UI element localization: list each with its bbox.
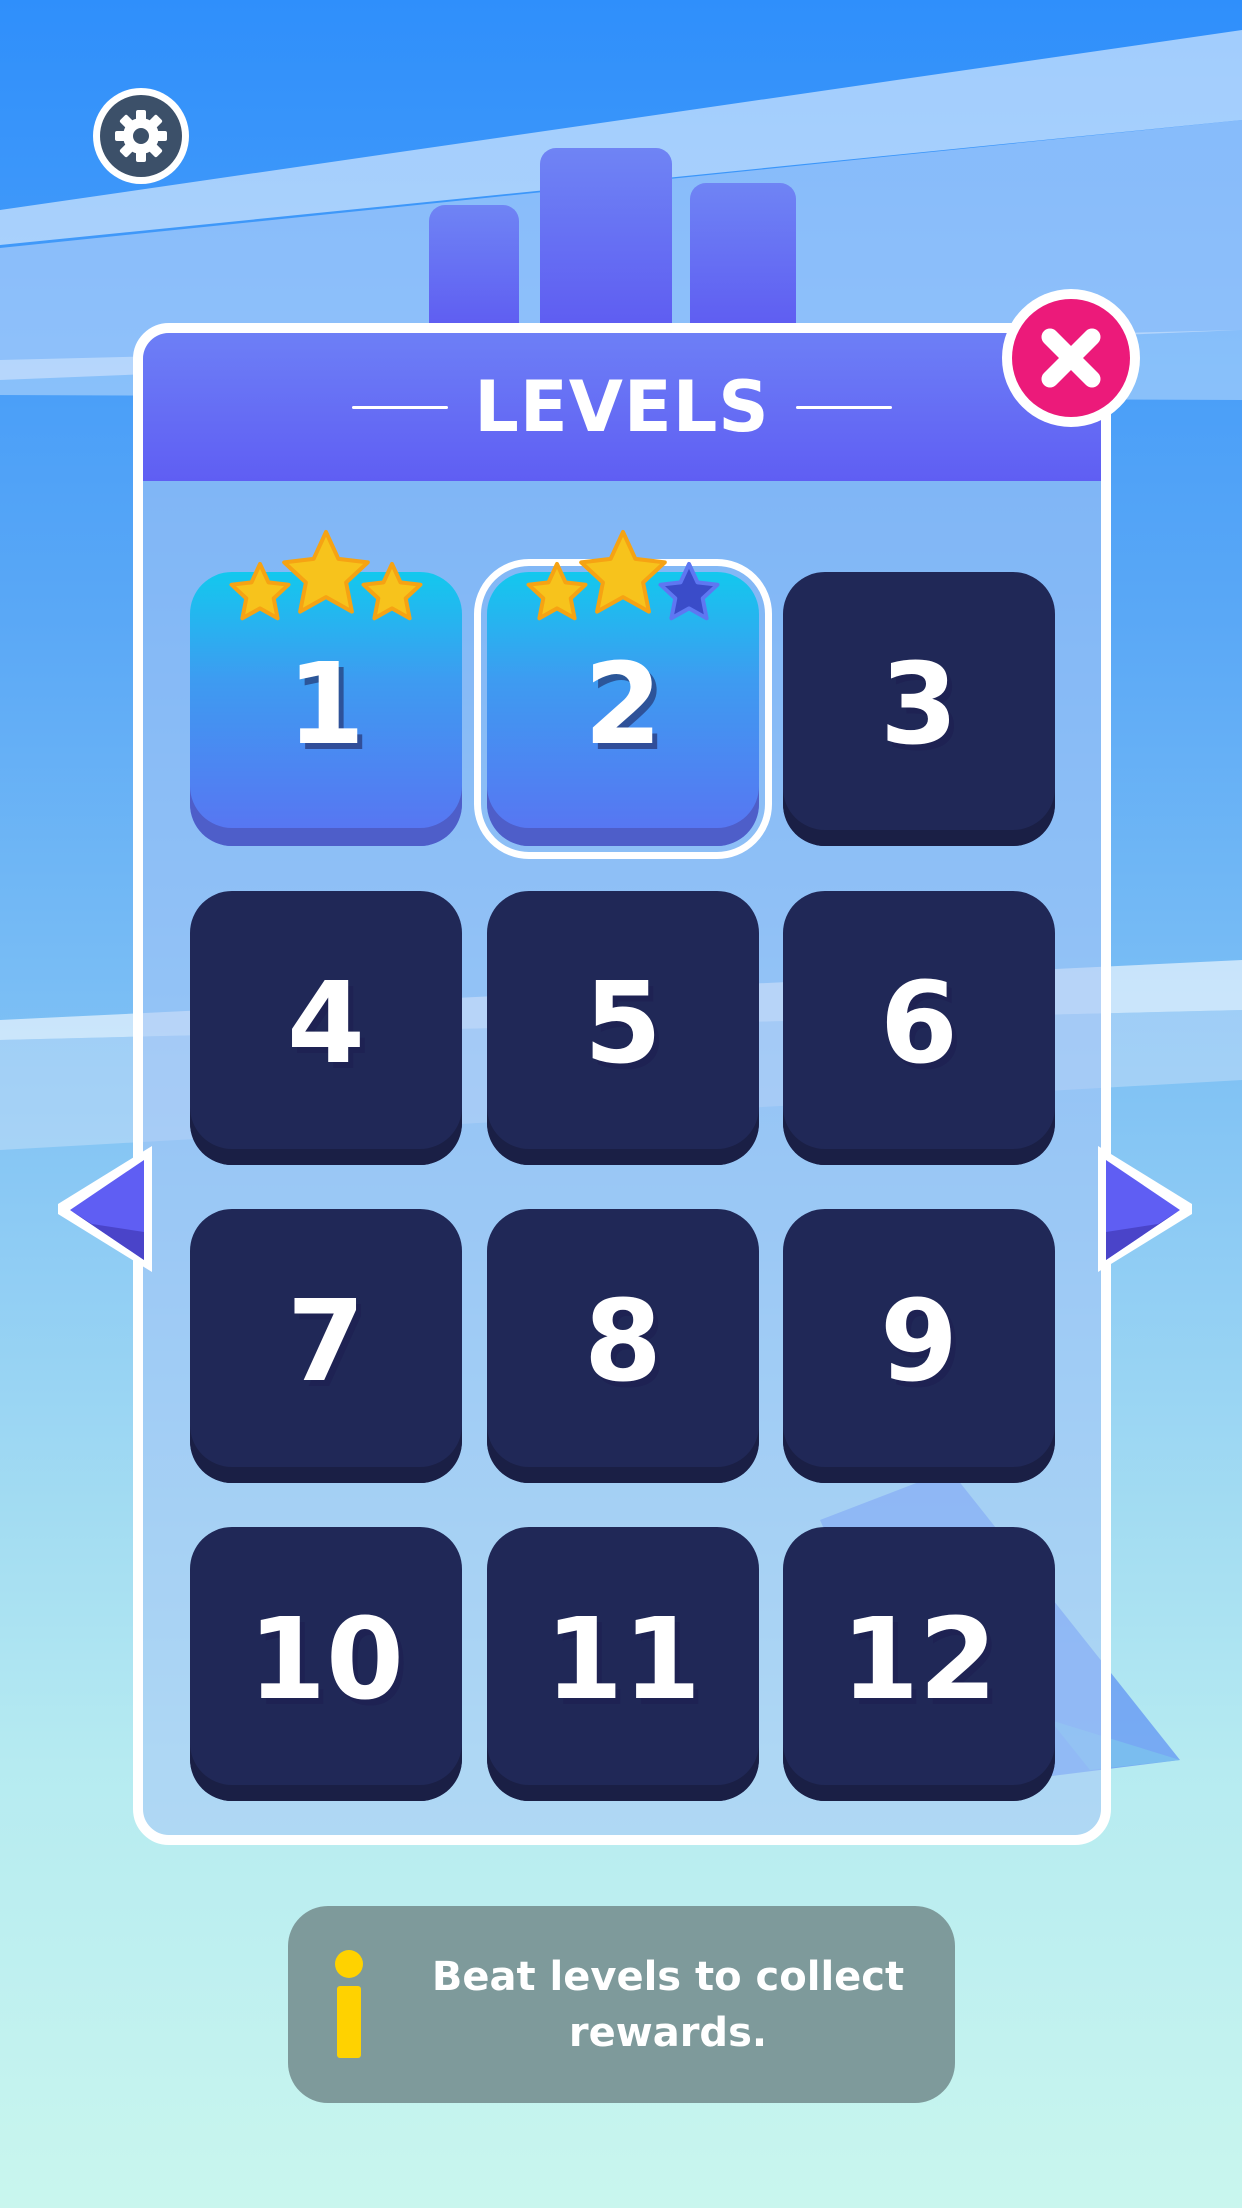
star-icon (229, 562, 291, 621)
level-tile[interactable]: 2 (474, 530, 772, 859)
level-number: 3 (880, 640, 958, 770)
level-stars (229, 530, 423, 621)
level-tile[interactable]: 1 (190, 530, 462, 846)
star-icon (526, 562, 588, 621)
star-empty-icon (658, 562, 720, 621)
info-icon (335, 1950, 363, 2058)
level-number: 10 (248, 1595, 404, 1725)
level-number: 11 (545, 1595, 701, 1725)
level-number: 9 (880, 1277, 958, 1407)
level-number: 8 (584, 1277, 662, 1407)
settings-button-face (100, 95, 182, 177)
level-tile[interactable]: 4 (190, 891, 462, 1165)
info-line-2: rewards. (568, 2009, 768, 2056)
level-number: 7 (287, 1277, 365, 1407)
close-button[interactable] (1002, 289, 1140, 427)
level-number: 5 (584, 959, 662, 1089)
close-button-face (1012, 299, 1130, 417)
level-stars (526, 530, 720, 621)
next-page-button[interactable] (1090, 1142, 1198, 1276)
level-tile[interactable]: 10 (190, 1527, 462, 1801)
panel-tab-right (690, 183, 796, 330)
panel-header: LEVELS (143, 333, 1101, 481)
info-banner: Beat levels to collect rewards. (288, 1906, 955, 2103)
level-tile[interactable]: 8 (487, 1209, 759, 1483)
settings-button[interactable] (93, 88, 189, 184)
level-tile[interactable]: 5 (487, 891, 759, 1165)
level-number: 1 (287, 640, 365, 770)
star-icon (579, 530, 667, 614)
level-number: 6 (880, 959, 958, 1089)
level-tile[interactable]: 12 (783, 1527, 1055, 1801)
star-icon (361, 562, 423, 621)
level-tile[interactable]: 9 (783, 1209, 1055, 1483)
title-divider-left (352, 405, 449, 409)
level-number: 12 (841, 1595, 997, 1725)
close-icon (1041, 328, 1101, 388)
prev-page-button[interactable] (52, 1142, 160, 1276)
level-tile[interactable]: 6 (783, 891, 1055, 1165)
star-icon (282, 530, 370, 614)
level-number: 2 (584, 640, 662, 770)
info-line-1: Beat levels to collect (431, 1953, 905, 2000)
info-message: Beat levels to collect rewards. (408, 1949, 928, 2061)
gear-icon (115, 110, 167, 162)
level-tile[interactable]: 3 (783, 572, 1055, 846)
panel-tab-center (540, 148, 672, 330)
level-tile[interactable]: 11 (487, 1527, 759, 1801)
title-divider-right (795, 405, 892, 409)
panel-tab-left (429, 205, 519, 330)
level-number: 4 (287, 959, 365, 1089)
level-tile[interactable]: 7 (190, 1209, 462, 1483)
page-title: LEVELS (474, 366, 770, 448)
